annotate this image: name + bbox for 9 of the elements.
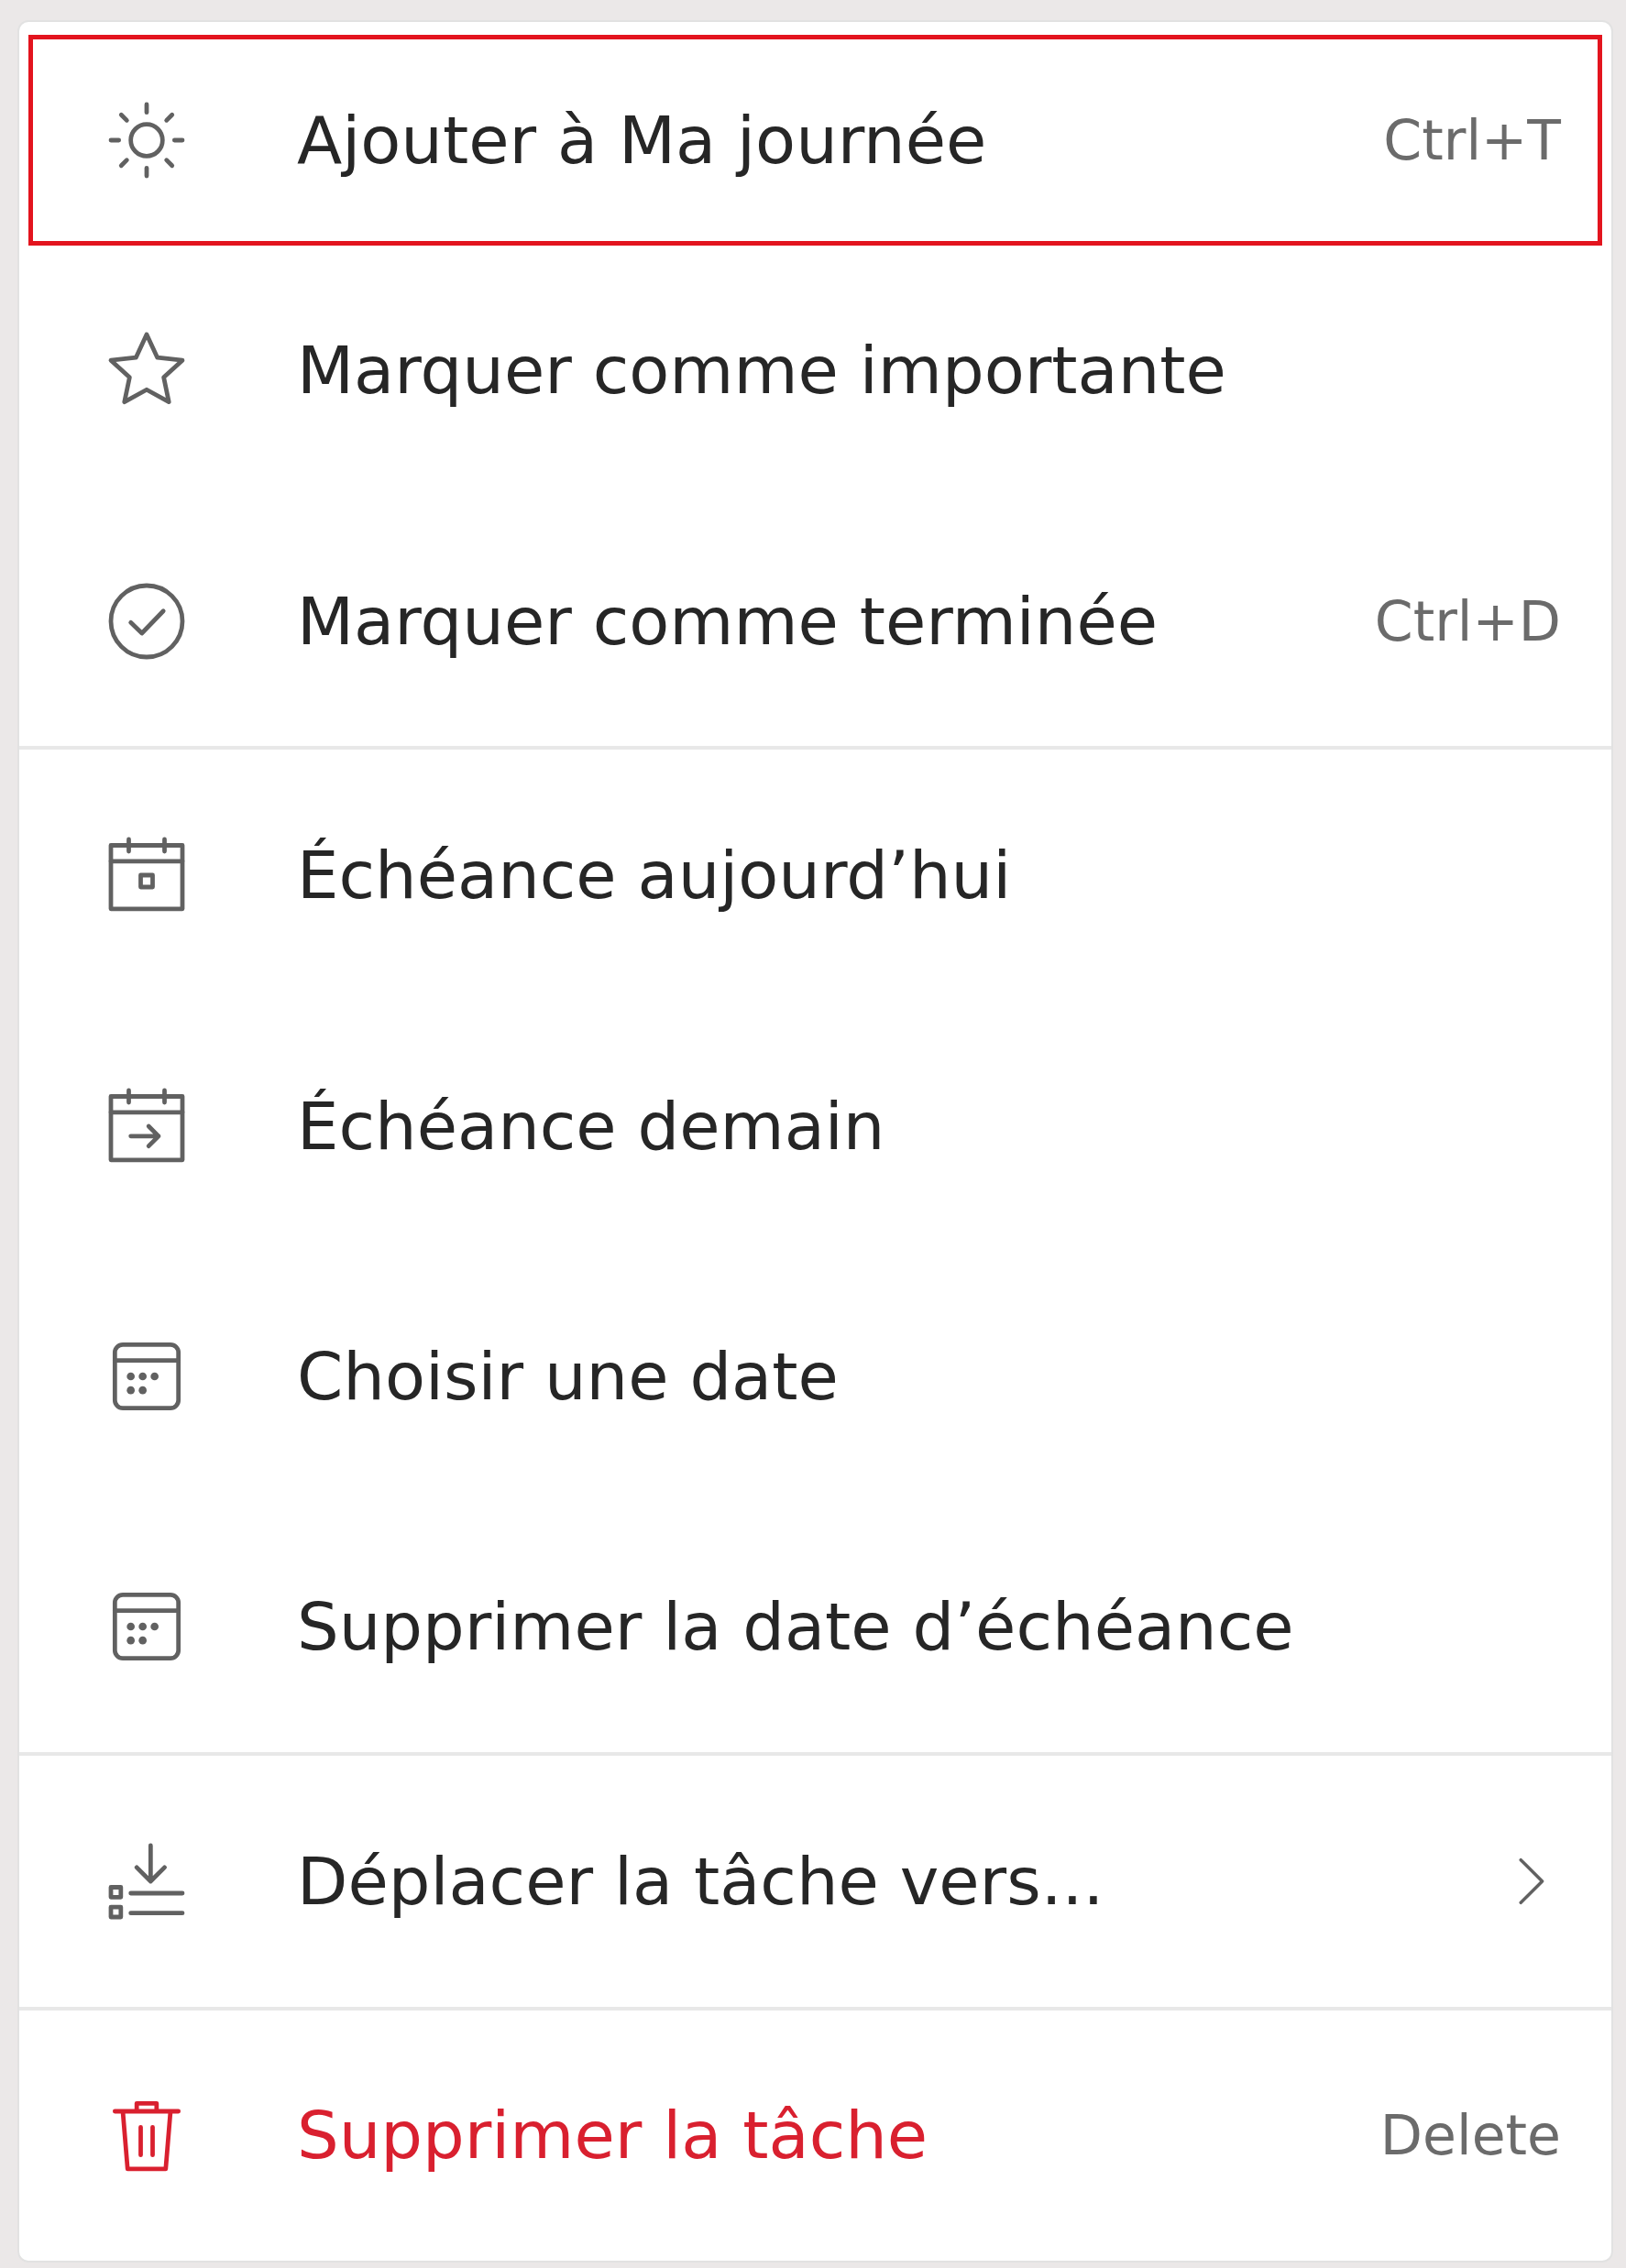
menu-item[interactable]: Échéance aujourd’hui [19, 750, 1611, 1001]
menu-item[interactable]: Supprimer la date d’échéance [19, 1501, 1611, 1753]
menu-item[interactable]: Supprimer la tâche Delete [19, 2010, 1611, 2261]
menu-item[interactable]: Échéance demain [19, 1000, 1611, 1252]
menu-item[interactable]: Ajouter à Ma journée Ctrl+T [28, 35, 1602, 246]
menu-item[interactable]: Marquer comme importante [19, 245, 1611, 496]
menu-item[interactable]: Choisir une date [19, 1251, 1611, 1502]
menu-item[interactable]: Marquer comme terminée Ctrl+D [19, 495, 1611, 747]
menu-item[interactable]: Déplacer la tâche vers... [19, 1756, 1611, 2007]
